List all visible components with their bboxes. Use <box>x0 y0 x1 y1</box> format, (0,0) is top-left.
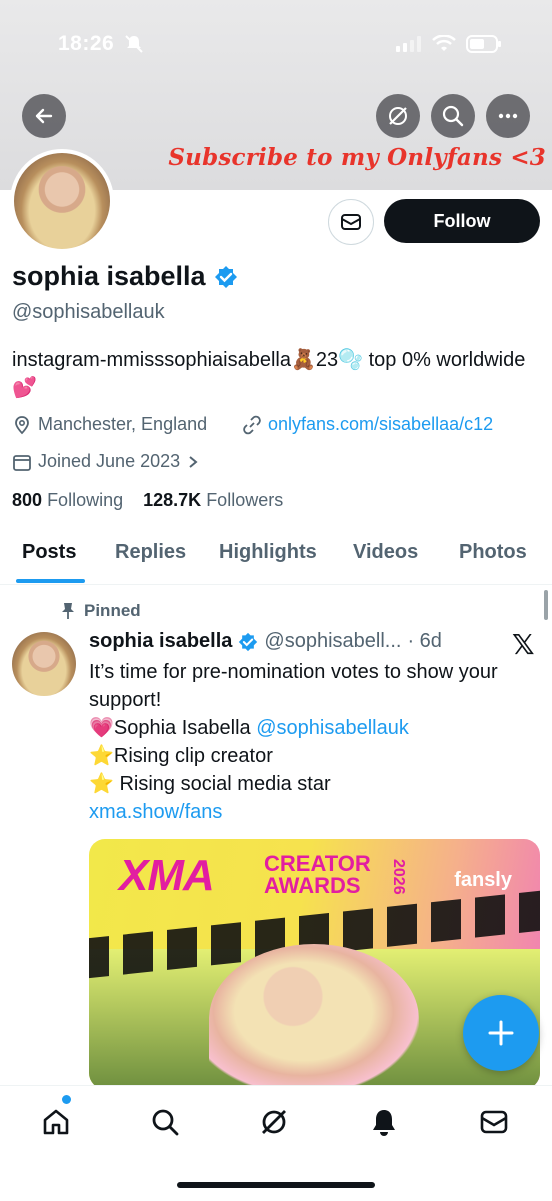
active-tab-indicator <box>16 579 85 583</box>
tweet-avatar[interactable] <box>12 632 76 696</box>
grok-button[interactable] <box>376 94 420 138</box>
pinned-label: Pinned <box>60 601 141 621</box>
grok-icon[interactable] <box>258 1106 290 1138</box>
profile-joined[interactable]: Joined June 2023 <box>12 451 200 472</box>
home-notification-dot <box>62 1095 71 1104</box>
tweet-author-handle[interactable]: @sophisabell... <box>264 630 401 653</box>
envelope-icon <box>341 214 361 230</box>
tab-videos[interactable]: Videos <box>353 541 418 564</box>
media-sponsor: fansly <box>454 869 512 891</box>
tweet-line-2: 💗Sophia Isabella @sophisabellauk <box>89 717 409 739</box>
more-button[interactable] <box>486 94 530 138</box>
tweet-header: sophia isabella @sophisabell... · 6d <box>89 630 442 653</box>
wifi-icon <box>432 35 456 51</box>
scrollbar[interactable] <box>544 590 548 620</box>
battery-icon <box>466 35 501 53</box>
silent-bell-icon <box>125 35 143 53</box>
tweet-text: It’s time for pre-nomination votes to sh… <box>89 658 529 826</box>
profile-website[interactable]: onlyfans.com/sisabellaa/c12 <box>242 414 493 435</box>
search-icon[interactable] <box>149 1106 181 1138</box>
location-text: Manchester, England <box>38 414 208 434</box>
pin-icon <box>62 603 74 619</box>
home-indicator[interactable] <box>177 1182 375 1188</box>
tweet-time[interactable]: · 6d <box>407 630 441 653</box>
tweet-line-1: It’s time for pre-nomination votes to sh… <box>89 661 498 711</box>
compose-button[interactable] <box>463 995 539 1071</box>
chevron-right-icon <box>189 455 198 468</box>
verified-badge-icon[interactable] <box>214 265 238 289</box>
plus-icon <box>488 1020 514 1046</box>
back-button[interactable] <box>22 94 66 138</box>
tweet-mention[interactable]: @sophisabellauk <box>256 717 409 739</box>
signal-icon <box>396 36 421 52</box>
tab-highlights[interactable]: Highlights <box>219 541 317 564</box>
media-award-title: CREATOR AWARDS <box>264 851 371 898</box>
profile-location: Manchester, England <box>12 414 207 435</box>
tweet-link[interactable]: xma.show/fans <box>89 798 529 826</box>
profile-tabs: Posts Replies Highlights Videos Photos <box>0 528 552 585</box>
search-button[interactable] <box>431 94 475 138</box>
tab-replies[interactable]: Replies <box>115 541 186 564</box>
tab-posts[interactable]: Posts <box>22 541 76 564</box>
calendar-icon <box>13 454 31 471</box>
tab-photos[interactable]: Photos <box>459 541 527 564</box>
search-icon <box>442 105 464 127</box>
profile-name: sophia isabella <box>12 261 206 291</box>
banner-text: Subscribe to my Onlyfans <3 <box>168 144 546 171</box>
media-logo: XMA <box>119 851 215 900</box>
messages-icon[interactable] <box>478 1106 510 1138</box>
notifications-icon[interactable] <box>368 1106 400 1138</box>
status-indicators <box>396 35 502 53</box>
status-time: 18:26 <box>58 32 115 55</box>
more-icon <box>498 113 518 119</box>
tweet-author-name[interactable]: sophia isabella <box>89 630 232 653</box>
verified-badge-icon <box>239 632 258 651</box>
tweet-line-4: ⭐ Rising social media star <box>89 773 331 795</box>
tweet-line-3: ⭐Rising clip creator <box>89 745 273 767</box>
profile-avatar[interactable] <box>10 149 114 253</box>
media-year: 2026 <box>390 859 407 895</box>
media-person <box>209 944 419 1089</box>
joined-text: Joined June 2023 <box>38 451 181 471</box>
followers-stat[interactable]: 128.7K Followers <box>143 490 283 510</box>
following-stat[interactable]: 800 Following <box>12 490 123 510</box>
grok-icon <box>389 107 407 125</box>
follow-button[interactable]: Follow <box>384 199 540 243</box>
profile-bio: instagram-mmisssophiaisabella🧸23🫧 top 0%… <box>12 349 526 399</box>
link-icon <box>243 415 261 434</box>
message-button[interactable] <box>328 199 374 245</box>
arrow-left-icon <box>35 108 53 124</box>
website-link[interactable]: onlyfans.com/sisabellaa/c12 <box>268 414 493 435</box>
home-icon[interactable] <box>40 1106 72 1138</box>
follow-counts: 800 Following 128.7K Followers <box>12 490 283 511</box>
profile-handle: @sophisabellauk <box>12 301 165 323</box>
x-logo-icon[interactable]: 𝕏 <box>512 628 535 661</box>
location-pin-icon <box>15 415 29 434</box>
profile-name-row: sophia isabella <box>12 261 238 292</box>
